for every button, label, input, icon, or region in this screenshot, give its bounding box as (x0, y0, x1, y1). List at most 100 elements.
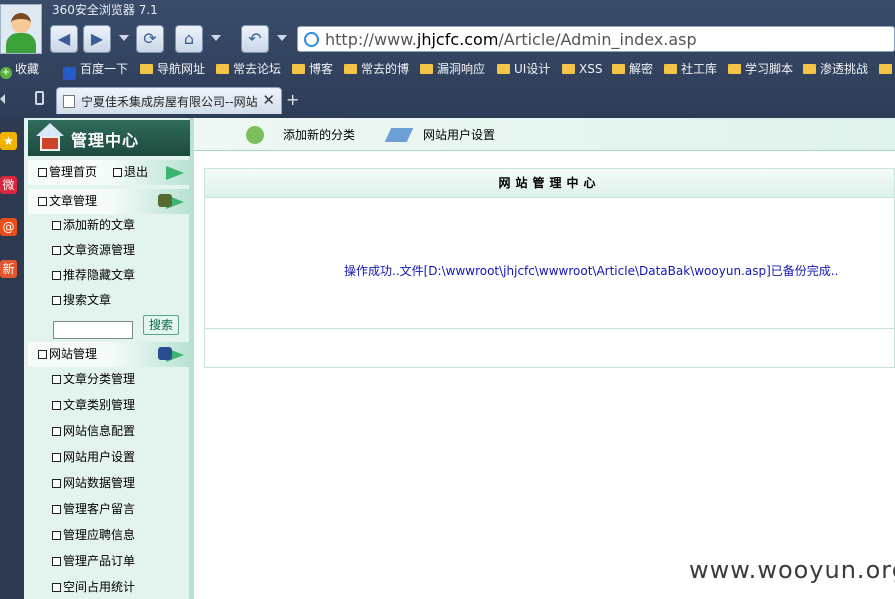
nav-item-guestbook[interactable]: 管理客户留言 (52, 499, 135, 519)
nav-item-add-article[interactable]: 添加新的文章 (52, 215, 135, 235)
avatar-head (11, 13, 31, 33)
undo-dropdown-icon[interactable] (277, 35, 287, 41)
folder-icon (612, 64, 625, 74)
bookmark-folder-scripts[interactable]: 学习脚本 (728, 60, 793, 78)
weibo-icon[interactable]: 微 (0, 176, 17, 194)
favorites-star-icon[interactable]: ★ (0, 132, 17, 150)
bookmark-folder-forum[interactable]: 常去论坛 (216, 60, 281, 78)
search-button[interactable]: 搜索 (143, 315, 179, 335)
arrow-badge-icon (158, 164, 186, 180)
folder-icon (216, 64, 229, 74)
bookmark-folder-pentest[interactable]: 渗透挑战 (803, 60, 868, 78)
bookmark-folder-decrypt[interactable]: 解密 (612, 60, 653, 78)
checkbox-icon (52, 401, 61, 410)
house-icon (36, 123, 64, 151)
folder-icon (497, 64, 510, 74)
bookmark-favorites[interactable]: + 收藏 (0, 60, 39, 79)
folder-icon (728, 64, 741, 74)
bookmark-folder-nav[interactable]: 导航网址 (140, 60, 205, 78)
folder-icon (879, 64, 892, 74)
nav-item-site-config[interactable]: 网站信息配置 (52, 421, 135, 441)
browser-title: 360安全浏览器 7.1 (52, 3, 158, 17)
tab-close-icon[interactable]: ✕ (262, 91, 275, 109)
bookmark-folder-blogs[interactable]: 常去的博 (344, 60, 409, 78)
undo-close-button[interactable]: ↶ (241, 25, 269, 53)
nav-item-article-resources[interactable]: 文章资源管理 (52, 240, 135, 260)
nav-item-data-manage[interactable]: 网站数据管理 (52, 473, 135, 493)
nav-item-space-stats[interactable]: 空间占用统计 (52, 577, 135, 597)
user-settings-link[interactable]: 网站用户设置 (423, 126, 495, 143)
mobile-icon[interactable] (35, 91, 44, 105)
ie-globe-icon (304, 32, 319, 47)
user-avatar[interactable] (0, 4, 42, 54)
address-url[interactable]: http://www.jhjcfc.com/Article/Admin_inde… (325, 30, 697, 49)
admin-panel: 网站管理中心 操作成功..文件[D:\wwwroot\jhjcfc\wwwroo… (204, 168, 895, 368)
settings-arrow-icon (158, 193, 186, 209)
pen-settings-icon (384, 124, 414, 146)
bookmark-folder-sgk[interactable]: 社工库 (664, 60, 717, 78)
quick-sidebar: ★ 微 @ 新 (0, 118, 22, 599)
news-icon[interactable]: 新 (0, 260, 17, 278)
forward-dropdown-icon[interactable] (119, 35, 129, 41)
checkbox-icon (52, 427, 61, 436)
checkbox-icon (52, 296, 61, 305)
people-arrow-icon (158, 346, 186, 362)
nav-item-class-manage[interactable]: 文章类别管理 (52, 395, 135, 415)
bookmarks-bar: + 收藏 🐾 百度一下 导航网址 常去论坛 博客 常去的博 漏洞响应 UI设计 XS… (0, 59, 895, 80)
new-tab-button[interactable]: + (286, 90, 299, 109)
mail-icon[interactable]: @ (0, 218, 17, 236)
nav-item-applications[interactable]: 管理应聘信息 (52, 525, 135, 545)
bookmark-folder-ui[interactable]: UI设计 (497, 60, 550, 78)
checkbox-icon (52, 557, 61, 566)
nav-logout-link[interactable]: 退出 (113, 160, 148, 185)
forward-button[interactable]: ▶ (83, 25, 111, 53)
folder-icon (562, 64, 575, 74)
checkbox-icon (52, 583, 61, 592)
bookmark-baidu[interactable]: 🐾 百度一下 (63, 60, 128, 80)
checkbox-icon (52, 505, 61, 514)
checkbox-icon (52, 221, 61, 230)
checkbox-icon (38, 350, 47, 359)
refresh-button[interactable]: ⟳ (136, 25, 164, 53)
folder-icon (420, 64, 433, 74)
url-domain: jhjcfc.com (416, 30, 499, 49)
nav-section-article[interactable]: 文章管理 (28, 189, 190, 214)
bookmark-folder-blog[interactable]: 博客 (292, 60, 333, 78)
nav-item-orders[interactable]: 管理产品订单 (52, 551, 135, 571)
avatar-body (6, 33, 36, 53)
bookmark-folder-more[interactable] (879, 60, 895, 78)
plus-icon: + (0, 67, 12, 79)
admin-sidebar-header: 管理中心 (28, 120, 190, 156)
checkbox-icon (52, 531, 61, 540)
home-button[interactable]: ⌂ (175, 25, 203, 53)
status-message: 操作成功..文件[D:\wwwroot\jhjcfc\wwwroot\Artic… (344, 264, 839, 278)
nav-item-search-article[interactable]: 搜索文章 (52, 290, 111, 310)
checkbox-icon (52, 271, 61, 280)
watermark-text: www.wooyun.org (689, 556, 895, 584)
search-input[interactable] (53, 321, 133, 339)
home-dropdown-icon[interactable] (211, 35, 221, 41)
checkbox-icon (38, 168, 47, 177)
bookmark-folder-vuln[interactable]: 漏洞响应 (420, 60, 485, 78)
content-toolbar: 添加新的分类 网站用户设置 (194, 118, 895, 151)
address-bar[interactable]: http://www.jhjcfc.com/Article/Admin_inde… (297, 26, 895, 52)
nav-home-link[interactable]: 管理首页 (38, 160, 97, 185)
back-button[interactable]: ◀ (50, 25, 78, 53)
nav-row-home: 管理首页 退出 (28, 160, 190, 185)
nav-section-site[interactable]: 网站管理 (28, 342, 190, 367)
panel-divider (205, 328, 894, 329)
nav-item-user-settings[interactable]: 网站用户设置 (52, 447, 135, 467)
checkbox-icon (38, 197, 47, 206)
checkbox-icon (52, 479, 61, 488)
add-category-link[interactable]: 添加新的分类 (283, 126, 355, 143)
nav-item-category-manage[interactable]: 文章分类管理 (52, 369, 135, 389)
nav-item-recommend-hide[interactable]: 推荐隐藏文章 (52, 265, 135, 285)
tab-scroll-left-icon[interactable] (0, 94, 5, 104)
admin-title: 管理中心 (71, 131, 140, 150)
folder-icon (344, 64, 357, 74)
tab-active[interactable]: 宁夏佳禾集成房屋有限公司--网站 ✕ (56, 87, 282, 114)
panel-title: 网站管理中心 (205, 169, 894, 198)
bookmark-folder-xss[interactable]: XSS (562, 60, 602, 78)
url-prefix: http://www. (325, 30, 417, 49)
checkbox-icon (52, 453, 61, 462)
